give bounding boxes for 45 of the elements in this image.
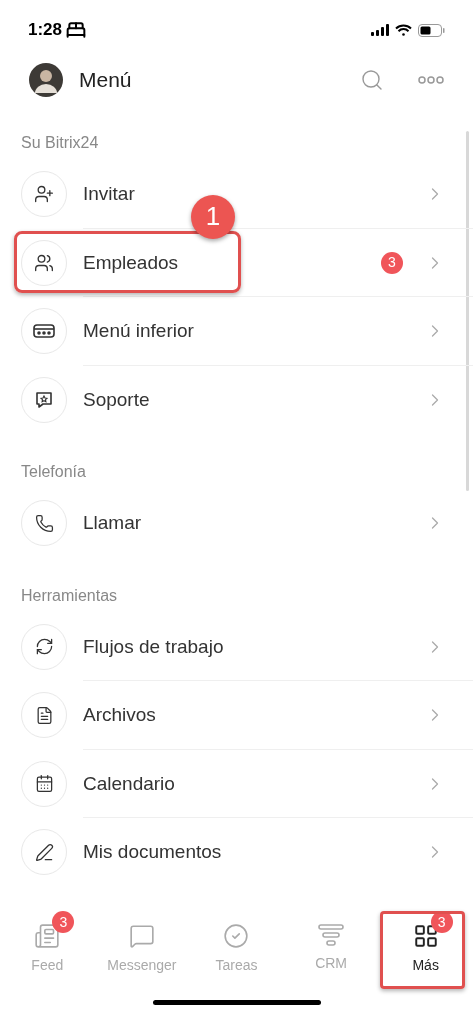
more-icon[interactable]: [418, 76, 444, 84]
section-title: Telefonía: [20, 462, 87, 482]
menu-label: Menú inferior: [83, 319, 194, 343]
menu-label: Calendario: [83, 771, 175, 796]
menu-label: Archivos: [83, 703, 156, 727]
bed-icon: [66, 20, 87, 40]
refresh-icon: [34, 637, 54, 657]
tab-label: CRM: [315, 954, 347, 973]
user-plus-icon: [34, 184, 54, 205]
menu-label: Soporte: [83, 387, 150, 412]
panel-icon: [33, 324, 55, 339]
check-circle-icon: [223, 923, 250, 949]
users-icon: [34, 252, 54, 273]
search-icon[interactable]: [360, 68, 384, 92]
tab-label: Tareas: [215, 956, 258, 975]
tab-label: Messenger: [107, 956, 177, 975]
menu-label: Mis documentos: [83, 840, 222, 864]
menu-label: Flujos de trabajo: [83, 634, 224, 659]
menu-label: Empleados: [83, 250, 179, 275]
tab[interactable]: CRM: [283, 915, 379, 1000]
tab[interactable]: Tareas: [189, 915, 284, 1000]
signal-icon: [371, 24, 389, 36]
count-badge: 3: [52, 911, 75, 933]
grid-icon: [412, 923, 439, 949]
funnel-icon: [318, 923, 345, 947]
status-time: 1:28: [28, 19, 63, 42]
wifi-icon: [395, 24, 412, 36]
avatar[interactable]: [29, 63, 63, 97]
count-badge: 3: [381, 251, 403, 274]
battery-icon: [418, 23, 445, 37]
chat-star-icon: [34, 389, 54, 410]
phone-icon: [34, 513, 54, 533]
section-title: Su Bitrix24: [20, 133, 100, 153]
tab-label: Más: [412, 956, 439, 975]
step-callout: 1: [191, 194, 235, 239]
tab-label: Feed: [31, 956, 64, 975]
calendar-icon: [34, 774, 54, 794]
menu-label: Invitar: [83, 182, 135, 206]
news-icon: [34, 923, 61, 949]
section-title: Herramientas: [20, 585, 119, 606]
chat-icon: [128, 923, 155, 949]
pen-icon: [34, 842, 54, 862]
tab[interactable]: Messenger: [94, 915, 190, 1000]
menu-label: Llamar: [83, 511, 142, 535]
page-title: Menú: [79, 67, 132, 94]
